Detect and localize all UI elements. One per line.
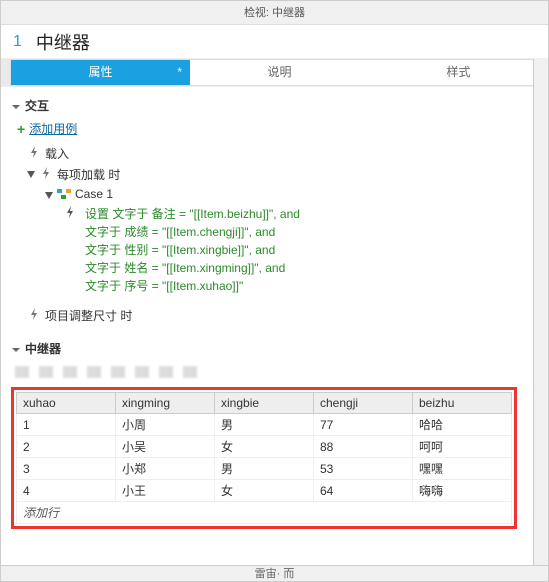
col-header[interactable]: xingming	[116, 393, 215, 414]
event-tree: 载入 每项加载 时 Case 1 设置 文字于 备注 = "[[Item.bei…	[11, 143, 523, 326]
interaction-section: 交互 + 添加用例 载入 每项加载 时 Cas	[1, 87, 533, 330]
table-row[interactable]: 1 小周 男 77 哈哈	[17, 414, 512, 436]
window-titlebar[interactable]: 检视: 中继器	[1, 1, 548, 25]
event-resize[interactable]: 项目调整尺寸 时	[27, 305, 523, 326]
event-onload[interactable]: 载入	[27, 143, 523, 164]
inspector-window: 检视: 中继器 1 中继器 属性 * 说明 样式 交互 + 添加用例	[0, 0, 549, 582]
event-label: 每项加载 时	[57, 166, 120, 183]
dirty-marker: *	[177, 60, 182, 85]
event-label: 项目调整尺寸 时	[45, 307, 132, 324]
lightning-icon	[27, 145, 41, 159]
chevron-down-icon	[11, 344, 21, 354]
event-label: 载入	[45, 145, 69, 162]
col-header[interactable]: chengji	[314, 393, 413, 414]
table-row[interactable]: 2 小吴 女 88 呵呵	[17, 436, 512, 458]
dataset-grid[interactable]: xuhao xingming xingbie chengji beizhu 1 …	[16, 392, 512, 524]
horizontal-scrollbar[interactable]: 雷宙· 而	[1, 565, 548, 581]
repeater-header[interactable]: 中继器	[11, 336, 523, 361]
plus-icon: +	[17, 121, 25, 137]
case-row[interactable]: Case 1	[27, 185, 523, 203]
interaction-title: 交互	[25, 97, 49, 114]
case-label: Case 1	[75, 187, 113, 201]
add-row[interactable]: 添加行	[17, 502, 512, 524]
left-gutter	[1, 59, 11, 86]
repeater-title: 中继器	[25, 340, 61, 357]
expand-icon[interactable]	[27, 168, 37, 178]
col-header[interactable]: xingbie	[215, 393, 314, 414]
widget-name[interactable]: 中继器	[36, 29, 90, 55]
action-row[interactable]: 设置 文字于 备注 = "[[Item.beizhu]]", and 文字于 成…	[27, 203, 523, 297]
lightning-icon	[63, 205, 77, 219]
highlight-box: xuhao xingming xingbie chengji beizhu 1 …	[11, 387, 517, 529]
vertical-scrollbar[interactable]	[533, 59, 548, 565]
add-case-row[interactable]: + 添加用例	[11, 118, 523, 143]
table-header-row: xuhao xingming xingbie chengji beizhu	[17, 393, 512, 414]
lightning-icon	[39, 166, 53, 180]
add-case-link[interactable]: 添加用例	[29, 120, 77, 137]
case-icon	[57, 187, 71, 201]
lightning-icon	[27, 307, 41, 321]
widget-index: 1	[13, 33, 22, 51]
footer-text: 雷宙· 而	[255, 568, 295, 580]
window-title: 检视: 中继器	[244, 7, 305, 19]
col-header[interactable]: beizhu	[413, 393, 512, 414]
widget-header: 1 中继器	[1, 25, 548, 59]
tab-notes[interactable]: 说明	[190, 59, 369, 86]
chevron-down-icon	[11, 101, 21, 111]
action-text-block: 设置 文字于 备注 = "[[Item.beizhu]]", and 文字于 成…	[85, 205, 300, 295]
expand-icon[interactable]	[45, 189, 55, 199]
table-row[interactable]: 4 小王 女 64 嗨嗨	[17, 480, 512, 502]
col-header[interactable]: xuhao	[17, 393, 116, 414]
event-item-load[interactable]: 每项加载 时	[27, 164, 523, 185]
tab-properties[interactable]: 属性 *	[11, 59, 190, 86]
interaction-header[interactable]: 交互	[11, 93, 523, 118]
tab-style[interactable]: 样式	[369, 59, 548, 86]
table-row[interactable]: 3 小郑 男 53 嘿嘿	[17, 458, 512, 480]
repeater-section: 中继器 xuhao xingming xingbie chengji beizh…	[1, 330, 533, 535]
inspector-tabs: 属性 * 说明 样式	[1, 59, 548, 87]
dataset-toolbar[interactable]	[11, 363, 523, 381]
